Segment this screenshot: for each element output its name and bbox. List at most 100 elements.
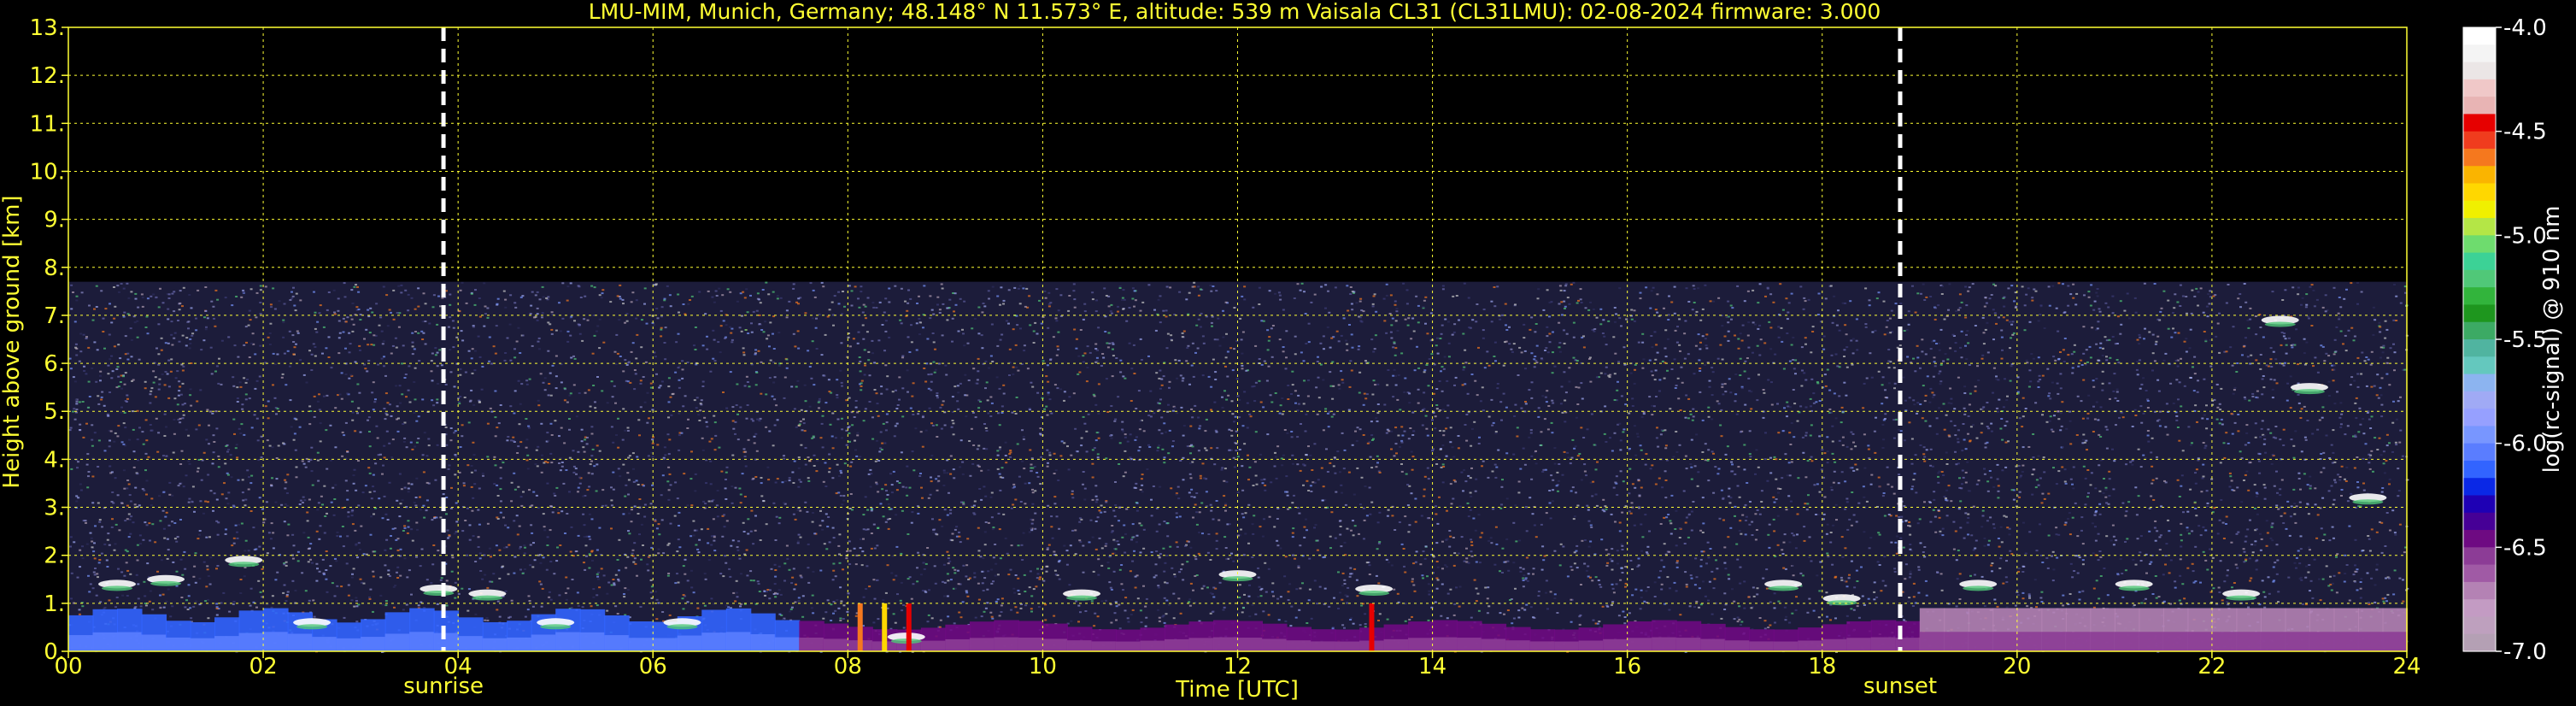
noise-speck <box>2275 470 2278 473</box>
noise-speck <box>1341 585 1344 587</box>
noise-speck <box>1192 516 1194 519</box>
noise-speck <box>372 474 375 476</box>
noise-speck <box>321 558 325 561</box>
noise-speck <box>69 536 73 538</box>
noise-speck <box>1548 341 1552 344</box>
noise-speck <box>302 532 306 534</box>
noise-speck <box>397 285 401 287</box>
noise-speck <box>1738 496 1741 498</box>
noise-speck <box>934 582 937 585</box>
noise-speck <box>459 368 462 370</box>
noise-speck <box>1904 399 1907 402</box>
noise-speck <box>1788 432 1792 434</box>
noise-speck <box>1188 491 1191 494</box>
noise-speck <box>2057 418 2061 421</box>
noise-speck <box>964 374 967 376</box>
noise-speck <box>281 373 285 375</box>
noise-speck <box>996 454 1000 456</box>
noise-speck <box>1737 466 1740 468</box>
plot-area <box>67 26 2409 653</box>
noise-speck <box>269 322 273 325</box>
noise-speck <box>949 512 953 515</box>
noise-speck <box>132 315 136 318</box>
noise-speck <box>791 576 795 579</box>
noise-speck <box>321 352 324 355</box>
noise-speck <box>2356 486 2360 489</box>
noise-speck <box>2216 406 2220 409</box>
noise-speck <box>638 498 642 500</box>
noise-speck <box>1441 366 1444 368</box>
noise-speck <box>1390 324 1394 327</box>
noise-speck <box>2108 338 2111 341</box>
noise-speck <box>534 463 537 466</box>
noise-speck <box>955 526 959 528</box>
noise-speck <box>1154 563 1158 566</box>
noise-speck <box>1755 449 1758 451</box>
noise-speck <box>2265 544 2268 547</box>
noise-speck <box>213 317 215 320</box>
noise-speck <box>384 600 388 602</box>
noise-speck <box>759 539 762 541</box>
noise-speck <box>1482 329 1485 332</box>
noise-speck <box>792 568 795 570</box>
noise-speck <box>403 527 407 529</box>
noise-speck <box>1452 497 1455 500</box>
noise-speck <box>411 353 414 356</box>
noise-speck <box>1139 551 1142 554</box>
noise-speck <box>1585 569 1588 572</box>
noise-speck <box>783 397 786 399</box>
noise-speck <box>1271 582 1275 585</box>
noise-speck <box>2382 600 2385 603</box>
noise-speck <box>2307 571 2310 574</box>
noise-speck <box>2221 599 2224 602</box>
noise-speck <box>326 512 328 515</box>
noise-speck <box>2190 377 2192 379</box>
noise-speck <box>656 444 660 446</box>
noise-speck <box>478 487 481 490</box>
noise-speck <box>1687 397 1691 400</box>
noise-speck <box>1435 587 1439 590</box>
noise-speck <box>1124 609 1127 612</box>
noise-speck <box>2162 290 2166 292</box>
noise-speck <box>1784 568 1787 570</box>
noise-speck <box>1829 541 1833 544</box>
noise-speck <box>2323 533 2327 536</box>
noise-speck <box>1296 283 1300 285</box>
noise-speck <box>2017 570 2021 573</box>
noise-speck <box>425 509 428 512</box>
noise-speck <box>2269 537 2273 539</box>
noise-speck <box>1541 471 1545 473</box>
noise-speck <box>1328 605 1331 608</box>
noise-speck <box>927 374 930 376</box>
noise-speck <box>1566 297 1570 299</box>
noise-speck <box>337 309 340 312</box>
noise-speck <box>2098 503 2102 505</box>
noise-speck <box>986 602 989 604</box>
noise-speck <box>674 371 678 374</box>
noise-speck <box>1207 533 1211 535</box>
noise-speck <box>885 388 889 391</box>
noise-speck <box>458 310 461 313</box>
noise-speck <box>1349 360 1353 362</box>
noise-speck <box>2039 379 2042 380</box>
noise-speck <box>2262 443 2266 445</box>
noise-speck <box>1777 432 1781 434</box>
noise-speck <box>1710 367 1714 369</box>
noise-speck <box>347 584 350 586</box>
noise-speck <box>1176 516 1178 519</box>
noise-speck <box>1155 550 1159 552</box>
noise-speck <box>537 507 540 509</box>
noise-speck <box>405 396 408 398</box>
noise-speck <box>2063 468 2067 471</box>
noise-speck <box>1029 570 1032 573</box>
noise-speck <box>610 426 613 428</box>
noise-speck <box>1546 390 1549 392</box>
noise-speck <box>954 303 958 306</box>
noise-speck <box>436 323 439 326</box>
noise-speck <box>2113 460 2116 462</box>
noise-speck <box>1424 415 1428 417</box>
noise-speck <box>1495 543 1499 545</box>
noise-speck <box>1619 439 1622 442</box>
noise-speck <box>1348 324 1351 326</box>
noise-speck <box>1544 396 1547 398</box>
